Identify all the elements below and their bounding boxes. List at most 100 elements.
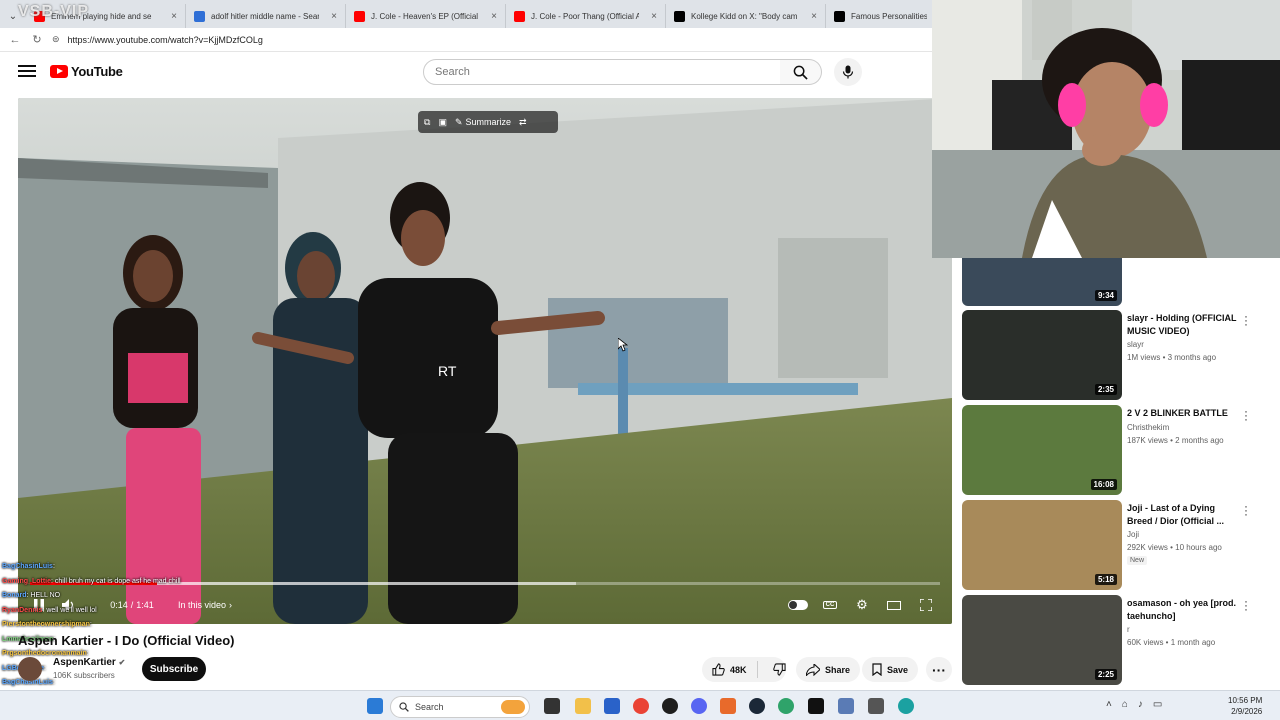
taskbar-search-input[interactable]: Search (390, 696, 530, 718)
video-player[interactable]: RT ⧉ ▣ ✎ Summarize ⇄ 0:14 / 1:41 In this… (18, 98, 952, 624)
task-view-icon[interactable] (544, 698, 560, 714)
more-options-icon[interactable]: · · · (1242, 500, 1250, 520)
chat-message: Bonard: HELL NO (2, 589, 242, 604)
video-title[interactable]: Joji - Last of a Dying Breed / Dior (Off… (1127, 502, 1239, 528)
chat-username: RyanDennis (2, 606, 43, 614)
autoplay-toggle[interactable] (786, 592, 810, 618)
microphone-icon (842, 65, 854, 79)
svg-text:RT: RT (438, 363, 457, 379)
recommended-video[interactable]: 16:08 2 V 2 BLINKER BATTLE Christhekim 187K… (962, 405, 1262, 495)
tab-favicon-icon (674, 10, 685, 22)
tab-close-icon[interactable]: × (325, 11, 337, 22)
back-icon[interactable]: ← (8, 34, 22, 46)
picture-in-picture-icon[interactable]: ⧉ (424, 117, 430, 128)
subscribe-button[interactable]: Subscribe (142, 657, 206, 681)
channel-avatar[interactable] (18, 657, 42, 681)
fullscreen-button[interactable] (914, 592, 938, 618)
battery-icon[interactable]: ▭ (1153, 699, 1162, 710)
obs-icon[interactable] (662, 698, 678, 714)
channel-name[interactable]: AspenKartier ✔ (53, 657, 125, 668)
video-thumbnail[interactable]: 2:25 (962, 595, 1122, 685)
recommended-video[interactable]: 2:25 osamason - oh yea [prod. taehuncho] r… (962, 595, 1262, 685)
chat-username: Pierstontheownershipman (2, 621, 90, 628)
site-info-icon[interactable]: ⊜ (52, 34, 60, 45)
tab-close-icon[interactable]: × (485, 11, 497, 22)
tab-title: Famous Personalities Faci (851, 11, 927, 21)
dislike-button[interactable] (763, 663, 796, 676)
browser-tab[interactable]: adolf hitler middle name - Search × (186, 4, 346, 28)
subscriber-count: 106K subscribers (53, 671, 115, 680)
recommended-video[interactable]: 2:35 slayr - Holding (OFFICIAL MUSIC VIDE… (962, 310, 1262, 400)
browser-tab[interactable]: Famous Personalities Faci (826, 4, 936, 28)
voice-search-button[interactable] (834, 58, 862, 86)
video-title[interactable]: slayr - Holding (OFFICIAL MUSIC VIDEO) (1127, 312, 1239, 338)
youtube-logo[interactable]: YouTube (50, 64, 123, 79)
video-thumbnail[interactable]: 16:08 (962, 405, 1122, 495)
more-options-icon[interactable]: · · · (1242, 405, 1250, 425)
search-input[interactable]: Search (423, 59, 781, 85)
taskbar-clock[interactable]: 10:56 PM 2/9/2026 (1228, 695, 1262, 717)
share-button[interactable]: Share (796, 657, 861, 682)
browser-tab[interactable]: J. Cole - Poor Thang (Official Audi × (506, 4, 666, 28)
tab-close-icon[interactable]: × (805, 11, 817, 22)
video-title[interactable]: 2 V 2 BLINKER BATTLE (1127, 407, 1239, 420)
video-thumbnail[interactable]: 5:18 (962, 500, 1122, 590)
browser-tab[interactable]: Kollege Kidd on X: "Body cam foo × (666, 4, 826, 28)
store-icon[interactable] (604, 698, 620, 714)
app-icon-2[interactable] (868, 698, 884, 714)
search-button[interactable] (780, 59, 822, 85)
save-button[interactable]: Save (862, 657, 919, 682)
browser-icon[interactable] (778, 698, 794, 714)
chat-text: : (89, 621, 92, 628)
video-title[interactable]: osamason - oh yea [prod. taehuncho] (1127, 597, 1239, 623)
volume-icon[interactable]: ♪ (1138, 699, 1143, 710)
like-button[interactable]: 48K (702, 661, 758, 678)
browser-tab[interactable]: J. Cole - Heaven's EP (Official Mus × (346, 4, 506, 28)
chevron-up-icon[interactable]: ˄ (1106, 699, 1112, 710)
guide-menu-icon[interactable] (18, 62, 36, 80)
captions-button[interactable]: CC (818, 592, 842, 618)
channel-name[interactable]: Christhekim (1127, 423, 1169, 432)
screenshot-icon[interactable]: ▣ (438, 117, 447, 128)
channel-name[interactable]: slayr (1127, 340, 1144, 349)
tab-favicon-icon (834, 10, 845, 22)
tab-close-icon[interactable]: × (645, 11, 657, 22)
like-count: 48K (730, 664, 747, 675)
summarize-button[interactable]: ✎ Summarize (455, 117, 511, 128)
settings-button[interactable]: ⚙ (850, 592, 874, 618)
chat-username: Bonard (2, 592, 27, 599)
discord-icon[interactable] (691, 698, 707, 714)
tab-title: Kollege Kidd on X: "Body cam foo (691, 11, 800, 21)
video-meta: 187K views • 2 months ago (1127, 436, 1224, 445)
channel-name[interactable]: r (1127, 625, 1130, 634)
network-icon[interactable]: ⌂ (1122, 699, 1128, 710)
theater-mode-button[interactable] (882, 592, 906, 618)
channel-name[interactable]: Joji (1127, 530, 1139, 539)
app-icon[interactable] (720, 698, 736, 714)
taskbar: Search ˄ ⌂ ♪ ▭ 10:56 PM 2/9/2026 (0, 690, 1280, 720)
recommended-video[interactable]: 5:18 Joji - Last of a Dying Breed / Dior … (962, 500, 1262, 590)
url-field[interactable]: https://www.youtube.com/watch?v=KjjMDzfC… (68, 35, 263, 45)
video-thumbnail[interactable]: 9:34 (962, 258, 1122, 306)
more-options-icon[interactable]: · · · (1242, 310, 1250, 330)
edge-icon[interactable] (898, 698, 914, 714)
chrome-icon[interactable] (633, 698, 649, 714)
more-actions-button[interactable]: ··· (926, 657, 952, 682)
translate-icon[interactable]: ⇄ (519, 117, 527, 128)
steam-icon[interactable] (749, 698, 765, 714)
file-explorer-icon[interactable] (575, 698, 591, 714)
like-dislike-group: 48K (702, 657, 786, 682)
streamer-facecam (932, 0, 1280, 258)
more-options-icon[interactable]: · · · (1242, 595, 1250, 615)
windows-start-icon[interactable] (367, 698, 383, 714)
tab-favicon-icon (514, 10, 525, 22)
refresh-icon[interactable]: ↻ (30, 33, 44, 46)
video-thumbnail[interactable]: 2:35 (962, 310, 1122, 400)
tab-close-icon[interactable]: × (165, 11, 177, 22)
app-window-icon[interactable] (838, 698, 854, 714)
terminal-icon[interactable] (808, 698, 824, 714)
youtube-header: YouTube Search (0, 52, 932, 92)
channel-info: AspenKartier ✔ 106K subscribers (18, 656, 125, 682)
chat-text: : (52, 563, 55, 570)
recommended-video[interactable]: 9:34New (962, 258, 1262, 306)
